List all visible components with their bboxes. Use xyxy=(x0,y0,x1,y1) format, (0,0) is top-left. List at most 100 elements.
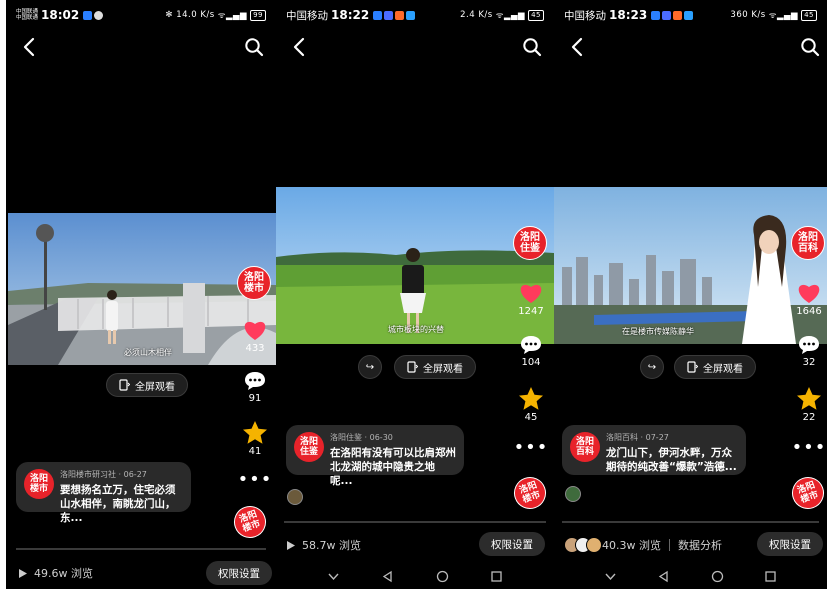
star-icon[interactable] xyxy=(518,386,544,411)
comment-icon[interactable] xyxy=(519,334,543,356)
back-arrow-icon[interactable] xyxy=(568,35,588,59)
notification-icons xyxy=(651,10,694,20)
phone-screen-3: 中国移动 18:23 360 K/s ᯤ▂▄▆ 45 在是楼市传媒陈静华 洛阳 … xyxy=(554,0,827,589)
play-icon[interactable] xyxy=(286,540,296,551)
rotate-phone-icon xyxy=(119,379,130,391)
like-count: 1646 xyxy=(796,306,822,317)
status-right: 2.4 K/s ᯤ▂▄▆ 45 xyxy=(460,9,544,21)
author-logo[interactable]: 洛阳 百科 xyxy=(570,432,600,462)
status-bar: 中国联通 中国联通 18:02 ✻ 14.0 K/s ᯤ▂▄▆ 99 xyxy=(6,0,276,30)
like-action[interactable]: 1646 xyxy=(789,281,827,317)
video-title: 在洛阳有没有可以比肩郑州北龙湖的城中隐贵之地呢... xyxy=(330,447,456,487)
comment-icon[interactable] xyxy=(243,370,267,392)
divider xyxy=(669,539,670,551)
author-logo-text: 洛阳 百科 xyxy=(575,437,594,457)
notification-icons xyxy=(373,10,416,20)
nav-home-icon[interactable] xyxy=(711,570,724,583)
search-icon[interactable] xyxy=(800,37,820,57)
video-caption: 在是楼市传媒陈静华 xyxy=(622,327,694,336)
floating-logo[interactable]: 洛阳 楼市 xyxy=(509,472,551,514)
share-icon[interactable]: ↪ xyxy=(640,355,664,379)
channel-logo[interactable]: 洛阳 楼市 xyxy=(237,266,271,300)
comment-action[interactable]: 32 xyxy=(789,334,827,368)
author-and-date: 洛阳住鉴 · 06-30 xyxy=(330,433,393,442)
nav-back-icon[interactable] xyxy=(657,570,670,583)
floating-logo[interactable]: 洛阳 楼市 xyxy=(787,472,827,514)
more-options-icon[interactable]: ••• xyxy=(511,439,551,457)
like-action[interactable]: 433 xyxy=(235,318,275,354)
channel-logo-text: 洛阳 住鉴 xyxy=(520,232,540,254)
video-frame-field xyxy=(276,187,554,344)
heart-icon[interactable] xyxy=(242,318,268,342)
video-caption: 城市板块的兴替 xyxy=(388,325,444,334)
rotate-phone-icon xyxy=(687,361,698,373)
favorite-action[interactable]: 41 xyxy=(235,420,275,457)
search-icon[interactable] xyxy=(244,37,264,57)
video-player[interactable]: 在是楼市传媒陈静华 xyxy=(554,187,827,344)
permission-settings-button[interactable]: 权限设置 xyxy=(479,532,545,556)
nav-collapse-icon[interactable] xyxy=(604,570,617,583)
video-info-card[interactable]: 洛阳 住鉴 洛阳住鉴 · 06-30 在洛阳有没有可以比肩郑州北龙湖的城中隐贵之… xyxy=(286,425,464,487)
comment-icon[interactable] xyxy=(797,334,821,356)
share-icon[interactable]: ↪ xyxy=(358,355,382,379)
back-arrow-icon[interactable] xyxy=(290,35,310,59)
comment-action[interactable]: 104 xyxy=(511,334,551,368)
video-frame-city xyxy=(554,187,827,344)
back-arrow-icon[interactable] xyxy=(20,35,40,59)
progress-track[interactable] xyxy=(562,521,819,523)
author-logo[interactable]: 洛阳 住鉴 xyxy=(294,432,324,462)
video-player[interactable]: 城市板块的兴替 xyxy=(276,187,554,344)
heart-icon[interactable] xyxy=(518,281,544,305)
fullscreen-label: 全屏观看 xyxy=(135,381,175,393)
nav-recents-icon[interactable] xyxy=(490,570,503,583)
nav-home-icon[interactable] xyxy=(436,570,449,583)
author-logo[interactable]: 洛阳 楼市 xyxy=(24,469,54,499)
favorite-action[interactable]: 45 xyxy=(511,386,551,423)
search-icon[interactable] xyxy=(522,37,542,57)
like-count: 433 xyxy=(245,343,265,354)
channel-logo[interactable]: 洛阳 百科 xyxy=(791,226,825,260)
fullscreen-button[interactable]: 全屏观看 xyxy=(394,355,476,379)
network-speed: 2.4 K/s xyxy=(460,10,493,20)
viewer-avatars xyxy=(564,537,602,553)
carrier-label: 中国联通 中国联通 xyxy=(16,9,39,21)
heart-icon[interactable] xyxy=(796,281,822,305)
network-speed: ✻ 14.0 K/s xyxy=(165,10,215,20)
channel-logo-text: 洛阳 百科 xyxy=(798,232,818,254)
data-analysis-link[interactable]: 数据分析 xyxy=(678,537,722,553)
channel-logo[interactable]: 洛阳 住鉴 xyxy=(513,226,547,260)
carrier-label: 中国移动 xyxy=(286,9,328,22)
nav-collapse-icon[interactable] xyxy=(327,570,340,583)
favorite-action[interactable]: 22 xyxy=(789,386,827,423)
nav-recents-icon[interactable] xyxy=(764,570,777,583)
video-info-card[interactable]: 洛阳 百科 洛阳百科 · 07-27 龙门山下，伊河水畔，万众期待的纯改善“爆款… xyxy=(562,425,746,475)
status-time: 18:22 xyxy=(331,8,370,22)
viewer-avatar[interactable] xyxy=(565,486,581,502)
nav-back-icon[interactable] xyxy=(381,570,394,583)
comment-count: 91 xyxy=(248,393,262,404)
signal-icon: ᯤ▂▄▆ xyxy=(768,10,799,21)
status-time: 18:23 xyxy=(609,8,648,22)
progress-track[interactable] xyxy=(16,548,266,550)
system-nav-bar xyxy=(554,563,827,589)
video-info-card[interactable]: 洛阳 楼市 洛阳楼市研习社 · 06-27 要想扬名立万，住宅必须山水相伴，南眺… xyxy=(16,462,191,524)
battery-icon: 99 xyxy=(250,9,266,21)
star-icon[interactable] xyxy=(242,420,268,445)
fullscreen-button[interactable]: 全屏观看 xyxy=(106,373,188,397)
fullscreen-button[interactable]: 全屏观看 xyxy=(674,355,756,379)
floating-logo[interactable]: 洛阳 楼市 xyxy=(229,501,271,543)
permission-settings-button[interactable]: 权限设置 xyxy=(757,532,823,556)
favorite-count: 45 xyxy=(524,412,538,423)
more-options-icon[interactable]: ••• xyxy=(789,439,827,457)
play-icon[interactable] xyxy=(18,568,28,579)
channel-logo-text: 洛阳 楼市 xyxy=(244,272,264,294)
video-title: 要想扬名立万，住宅必须山水相伴，南眺龙门山，东... xyxy=(60,484,176,524)
like-action[interactable]: 1247 xyxy=(511,281,551,317)
star-icon[interactable] xyxy=(796,386,822,411)
more-options-icon[interactable]: ••• xyxy=(235,471,275,489)
viewer-avatar[interactable] xyxy=(287,489,303,505)
comment-action[interactable]: 91 xyxy=(235,370,275,404)
progress-track[interactable] xyxy=(284,521,546,523)
author-logo-text: 洛阳 住鉴 xyxy=(299,437,318,457)
permission-settings-button[interactable]: 权限设置 xyxy=(206,561,272,585)
